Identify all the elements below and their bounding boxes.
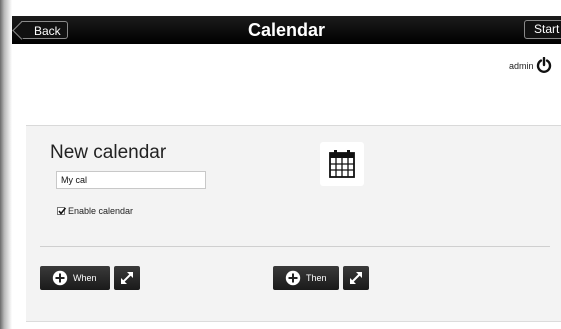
enable-calendar-checkbox[interactable] bbox=[57, 207, 67, 215]
checkmark-icon bbox=[58, 207, 67, 215]
power-icon[interactable] bbox=[536, 56, 552, 73]
add-when-button[interactable]: When bbox=[40, 266, 110, 290]
expand-arrows-icon bbox=[121, 272, 133, 284]
username-label: admin bbox=[509, 61, 534, 71]
calendar-name-input[interactable] bbox=[56, 171, 206, 189]
when-expand-button[interactable] bbox=[114, 266, 140, 290]
expand-arrows-icon bbox=[350, 272, 362, 284]
plus-circle-icon bbox=[52, 270, 68, 286]
header-bar: Back Calendar Start bbox=[12, 16, 561, 44]
card-divider bbox=[40, 246, 550, 247]
page-title: Calendar bbox=[247, 20, 326, 40]
calendar-card: New calendar Enable calendar bbox=[26, 125, 561, 322]
add-then-button[interactable]: Then bbox=[273, 266, 339, 290]
when-label: When bbox=[73, 273, 97, 283]
calendar-icon bbox=[320, 142, 364, 186]
card-title: New calendar bbox=[50, 142, 167, 163]
then-label: Then bbox=[306, 273, 327, 283]
plus-circle-icon bbox=[285, 270, 301, 286]
window-edge-shadow bbox=[0, 0, 12, 329]
then-expand-button[interactable] bbox=[343, 266, 369, 290]
start-button[interactable]: Start bbox=[524, 20, 561, 39]
enable-calendar-label: Enable calendar bbox=[68, 206, 134, 216]
